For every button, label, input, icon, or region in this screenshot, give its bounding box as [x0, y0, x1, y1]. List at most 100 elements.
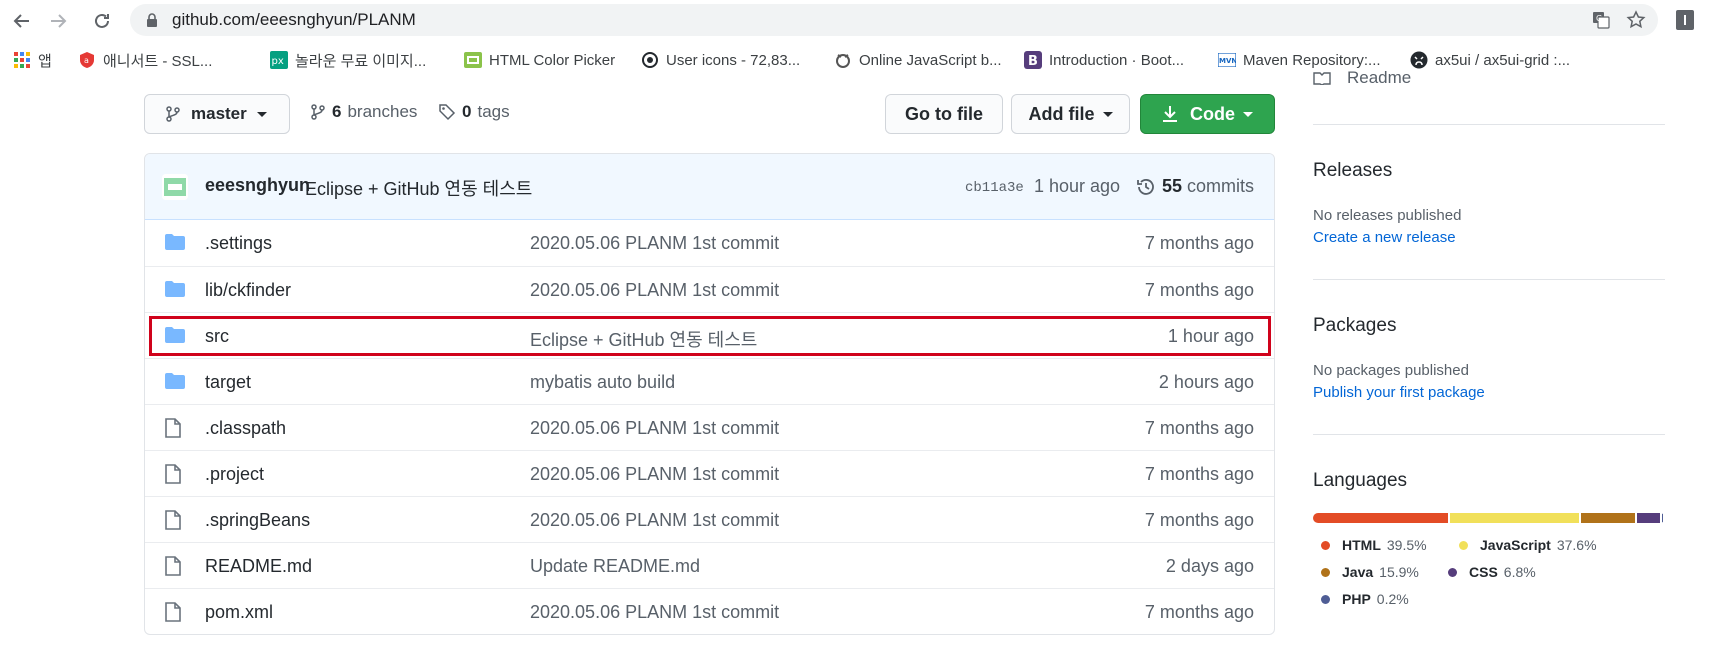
code-button[interactable]: Code	[1140, 94, 1275, 134]
commits-history-link[interactable]: 55 commits	[1136, 176, 1254, 197]
language-name: JavaScript	[1480, 537, 1551, 553]
avatar[interactable]	[162, 174, 188, 200]
bookmark-label: Online JavaScript b...	[859, 51, 1002, 69]
file-commit-message[interactable]: mybatis auto build	[530, 372, 675, 393]
language-dot	[1448, 567, 1457, 577]
file-commit-message[interactable]: 2020.05.06 PLANM 1st commit	[530, 233, 779, 254]
js-beautifier-icon	[834, 51, 852, 69]
tags-label: tags	[477, 102, 510, 121]
file-name[interactable]: README.md	[205, 556, 312, 577]
back-button[interactable]	[10, 9, 34, 33]
address-bar[interactable]: github.com/eeesnghyun/PLANM G	[130, 4, 1658, 36]
tags-link[interactable]: 0 tags	[438, 102, 510, 122]
file-row[interactable]: target mybatis auto build 2 hours ago	[145, 358, 1274, 404]
bookmark-color-picker[interactable]: HTML Color Picker	[464, 49, 615, 71]
language-percent: 39.5%	[1386, 537, 1427, 553]
language-bar-segment[interactable]	[1637, 513, 1661, 523]
file-row[interactable]: README.md Update README.md 2 days ago	[145, 542, 1274, 588]
language-bar-segment[interactable]	[1450, 513, 1579, 523]
profile-button[interactable]	[1675, 9, 1695, 31]
file-commit-message[interactable]: Update README.md	[530, 556, 700, 577]
bookmark-js-beautifier[interactable]: Online JavaScript b...	[834, 49, 1002, 71]
branch-name: master	[191, 104, 247, 123]
create-release-link[interactable]: Create a new release	[1313, 229, 1456, 246]
file-row[interactable]: .springBeans 2020.05.06 PLANM 1st commit 7…	[145, 496, 1274, 542]
repo-page: master 6 branches 0 tags Go to file Add …	[0, 68, 1715, 652]
branch-select-button[interactable]: master	[144, 94, 290, 134]
language-item-php[interactable]: PHP 0.2%	[1321, 591, 1409, 607]
language-percent: 0.2%	[1376, 591, 1409, 607]
file-commit-message[interactable]: 2020.05.06 PLANM 1st commit	[530, 280, 779, 301]
bookmark-ax5ui[interactable]: ax5ui / ax5ui-grid :...	[1410, 49, 1570, 71]
translate-icon[interactable]: G	[1592, 11, 1610, 29]
file-icon	[165, 510, 185, 530]
file-name[interactable]: target	[205, 372, 251, 393]
file-name[interactable]: .springBeans	[205, 510, 310, 531]
file-row[interactable]: pom.xml 2020.05.06 PLANM 1st commit 7 mont…	[145, 588, 1274, 634]
folder-icon	[165, 372, 185, 392]
lock-icon	[147, 13, 157, 27]
releases-heading[interactable]: Releases	[1313, 160, 1392, 182]
language-percent: 15.9%	[1379, 564, 1419, 580]
forward-button[interactable]	[46, 9, 70, 33]
language-name: Java	[1342, 564, 1374, 580]
bookmark-user-icons[interactable]: User icons - 72,83...	[641, 49, 800, 71]
file-commit-message[interactable]: 2020.05.06 PLANM 1st commit	[530, 510, 779, 531]
divider	[1313, 124, 1665, 125]
language-bar-segment[interactable]	[1313, 513, 1449, 523]
language-item-css[interactable]: CSS 6.8%	[1448, 564, 1536, 580]
file-row[interactable]: .classpath 2020.05.06 PLANM 1st commit 7 m…	[145, 404, 1274, 450]
download-icon	[1163, 106, 1177, 122]
bookmark-apps[interactable]: 앱	[13, 49, 52, 71]
bookmark-pexels[interactable]: px 놀라운 무료 이미지...	[270, 49, 426, 71]
file-row[interactable]: lib/ckfinder 2020.05.06 PLANM 1st commit 7…	[145, 266, 1274, 312]
publish-package-link[interactable]: Publish your first package	[1313, 384, 1485, 401]
language-item-html[interactable]: HTML 39.5%	[1321, 537, 1427, 553]
go-to-file-button[interactable]: Go to file	[885, 94, 1003, 134]
branches-link[interactable]: 6 branches	[310, 102, 417, 122]
packages-heading[interactable]: Packages	[1313, 315, 1396, 337]
file-name[interactable]: lib/ckfinder	[205, 280, 291, 301]
file-commit-message[interactable]: 2020.05.06 PLANM 1st commit	[530, 464, 779, 485]
address-url[interactable]: github.com/eeesnghyun/PLANM	[172, 10, 416, 30]
go-to-file-label: Go to file	[905, 103, 983, 124]
file-name[interactable]: .project	[205, 464, 264, 485]
file-icon	[165, 556, 185, 576]
language-bar-segment[interactable]	[1662, 513, 1663, 523]
language-item-javascript[interactable]: JavaScript 37.6%	[1459, 537, 1597, 553]
file-commit-message[interactable]: 2020.05.06 PLANM 1st commit	[530, 418, 779, 439]
git-branch-icon	[166, 106, 180, 122]
folder-icon	[165, 280, 185, 300]
reload-button[interactable]	[90, 9, 114, 33]
tags-count: 0	[462, 102, 472, 121]
file-icon	[165, 418, 185, 438]
git-branch-icon	[311, 104, 325, 120]
bookmark-label: Maven Repository:...	[1243, 51, 1381, 69]
file-row[interactable]: .settings 2020.05.06 PLANM 1st commit 7 mo…	[145, 220, 1274, 266]
file-row[interactable]: .project 2020.05.06 PLANM 1st commit 7 mon…	[145, 450, 1274, 496]
add-file-button[interactable]: Add file	[1011, 94, 1130, 134]
commit-sha[interactable]: cb11a3e	[965, 180, 1024, 196]
file-age: 2 days ago	[1165, 556, 1254, 576]
bookmark-ssl[interactable]: a 애니서트 - SSL...	[78, 49, 212, 71]
github-logo-icon	[1410, 51, 1428, 69]
browser-toolbar: github.com/eeesnghyun/PLANM G	[0, 0, 1715, 40]
language-bar-segment[interactable]	[1580, 513, 1636, 523]
file-name[interactable]: .settings	[205, 233, 272, 254]
forward-arrow-icon	[51, 14, 67, 28]
file-name[interactable]: .classpath	[205, 418, 286, 439]
add-file-label: Add file	[1028, 103, 1095, 124]
px-logo-icon: px	[270, 51, 288, 69]
language-item-java[interactable]: Java 15.9%	[1321, 564, 1419, 580]
commit-author[interactable]: eeesnghyun	[205, 175, 310, 196]
file-commit-message[interactable]: 2020.05.06 PLANM 1st commit	[530, 602, 779, 623]
highlight-box	[149, 316, 1271, 356]
language-dot	[1321, 567, 1330, 577]
bookmark-bootstrap[interactable]: B Introduction · Boot...	[1024, 49, 1184, 71]
file-name[interactable]: pom.xml	[205, 602, 273, 623]
readme-link[interactable]: Readme	[1313, 68, 1411, 88]
commit-message[interactable]: Eclipse + GitHub 연동 테스트	[305, 175, 532, 201]
packages-empty-text: No packages published	[1313, 362, 1469, 379]
bookmark-star-icon[interactable]	[1626, 10, 1646, 30]
maven-icon: MVN	[1218, 51, 1236, 69]
